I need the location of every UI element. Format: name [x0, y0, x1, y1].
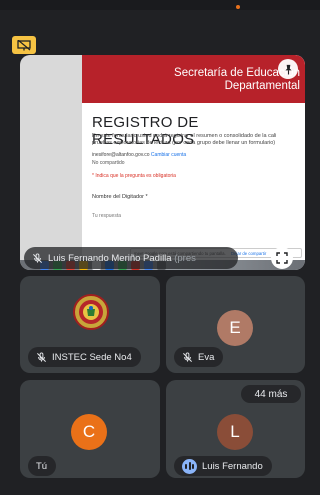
participant-name: INSTEC Sede No4 [52, 351, 132, 363]
presenter-name-pill: Luis Fernando Meriño Padilla (pres [24, 247, 238, 269]
top-status-bar [0, 0, 320, 10]
form-email: inesifore@altanfoo.gov.co [92, 152, 150, 158]
avatar-initial: L [230, 422, 240, 441]
more-participants-badge[interactable]: 44 más [241, 385, 301, 403]
mic-off-icon [183, 351, 192, 362]
participant-name-pill: Tú [28, 456, 57, 476]
presenter-name: Luis Fernando Meriño Padilla (pres [48, 253, 196, 264]
participant-tile-self[interactable]: C Tú [20, 380, 160, 478]
mic-off-icon [33, 252, 42, 263]
form-description-line-2: pruebas exploratorias de lectura (por ca… [92, 140, 276, 146]
avatar [73, 294, 109, 330]
presentation-icon[interactable] [12, 36, 36, 54]
mic-off-icon [37, 351, 46, 362]
fullscreen-icon [276, 252, 288, 264]
participant-tile-eva[interactable]: E Eva [166, 276, 305, 373]
screen-share-tile[interactable]: Secretaría de Educación Departamental RE… [20, 55, 305, 270]
pin-icon [284, 64, 292, 75]
participant-name: Eva [198, 351, 215, 363]
avatar: E [217, 310, 253, 346]
avatar: C [71, 414, 107, 450]
shared-screen-content: Secretaría de Educación Departamental RE… [20, 55, 305, 270]
more-participants-count: 44 más [254, 388, 288, 400]
field-answer-placeholder: Tu respuesta [92, 213, 121, 219]
participant-name: Luis Fernando [202, 460, 263, 472]
form-description: En este formulario usted podrá registrar… [92, 133, 302, 147]
status-dot [236, 5, 240, 9]
avatar-initial: E [229, 318, 241, 337]
participant-name-pill: INSTEC Sede No4 [28, 347, 141, 367]
avatar-initial: C [82, 422, 96, 441]
presenter-name-text: Luis Fernando Meriño Padilla [48, 252, 172, 264]
crest-logo-icon [79, 300, 103, 324]
not-shared-note: No compartido [92, 160, 125, 166]
required-note: * Indica que la pregunta es obligatoria [92, 173, 176, 179]
participant-name-pill: Luis Fernando [174, 456, 272, 476]
pin-button[interactable] [278, 59, 298, 79]
banner-title: Secretaría de Educación Departamental [174, 67, 300, 92]
avatar: L [217, 414, 253, 450]
form-email-line: inesifore@altanfoo.gov.co Cambiar cuenta [92, 152, 186, 158]
fullscreen-button[interactable] [271, 247, 293, 269]
participant-tile-instec[interactable]: INSTEC Sede No4 [20, 276, 160, 373]
participant-name-pill: Eva [174, 347, 224, 367]
form-description-line-1: En este formulario usted podrá registrar… [92, 133, 277, 139]
participant-tile-luis-fernando[interactable]: 44 más L Luis Fernando [166, 380, 305, 478]
participant-name: Tú [36, 460, 48, 472]
speaking-indicator-icon [182, 458, 197, 474]
switch-account-link: Cambiar cuenta [150, 152, 187, 158]
field-label: Nombre del Digitador * [92, 194, 148, 200]
presenter-suffix: (pres [174, 252, 196, 264]
